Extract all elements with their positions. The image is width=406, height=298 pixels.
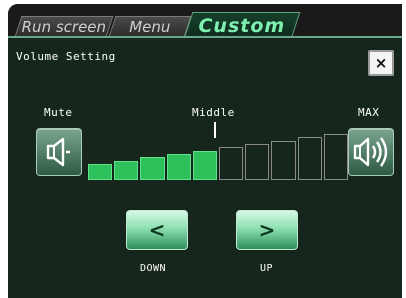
volume-segment	[140, 157, 165, 180]
chevron-left-icon: <	[148, 218, 166, 242]
max-label: MAX	[358, 106, 380, 119]
volume-down-button[interactable]: <	[126, 210, 188, 250]
tab-bar: Run screen Menu Custom	[8, 4, 402, 39]
volume-segment	[323, 134, 348, 180]
volume-segment	[88, 164, 113, 180]
volume-segment	[219, 147, 244, 180]
volume-screen: Run screen Menu Custom Volume Setting × …	[8, 4, 402, 298]
volume-up-label: UP	[260, 263, 274, 274]
volume-down-label: DOWN	[140, 263, 167, 274]
speaker-loud-icon	[353, 137, 388, 167]
tab-menu[interactable]: Menu	[108, 16, 192, 37]
close-icon: ×	[374, 54, 388, 72]
volume-segment	[192, 150, 217, 180]
volume-up-button[interactable]: >	[236, 210, 298, 250]
chevron-right-icon: >	[258, 218, 276, 242]
volume-segment	[166, 154, 191, 180]
volume-segment	[297, 137, 322, 180]
volume-level-bar[interactable]	[88, 126, 348, 180]
volume-segment	[271, 140, 296, 180]
close-button[interactable]: ×	[368, 50, 394, 76]
panel-title: Volume Setting	[16, 50, 116, 63]
tab-run-screen-label: Run screen	[21, 18, 107, 36]
volume-segment	[114, 160, 139, 180]
tab-run-screen[interactable]: Run screen	[14, 16, 114, 37]
max-volume-button[interactable]	[348, 128, 394, 176]
volume-setting-panel: Volume Setting × Mute Middle MAX < > DOW…	[8, 36, 402, 298]
volume-segment	[245, 144, 270, 180]
mute-label: Mute	[44, 106, 73, 119]
middle-label: Middle	[192, 106, 235, 119]
speaker-mute-icon	[46, 137, 70, 167]
tab-custom[interactable]: Custom	[183, 12, 301, 39]
mute-button[interactable]	[36, 128, 82, 176]
tab-menu-label: Menu	[129, 18, 171, 36]
